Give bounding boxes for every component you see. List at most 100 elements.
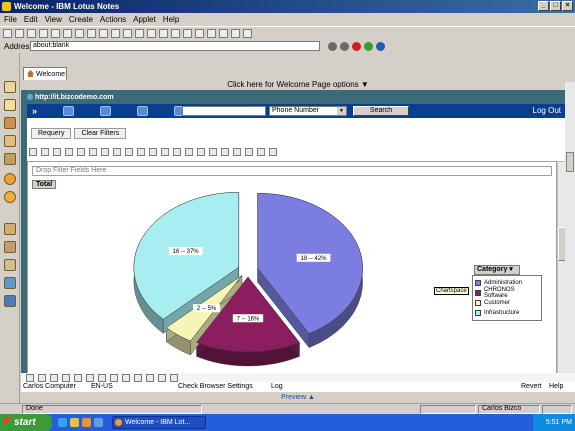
footer-refresh-icon[interactable] (26, 374, 34, 382)
desktop-quicklaunch-icon[interactable] (70, 418, 79, 427)
italic-icon[interactable] (99, 28, 108, 38)
print-icon[interactable] (27, 28, 36, 38)
mail-bookmark-icon[interactable] (4, 81, 16, 93)
field-list-icon[interactable] (233, 148, 241, 156)
footer-undo-icon[interactable] (50, 374, 58, 382)
legend-title[interactable]: Category ▾ (474, 265, 520, 275)
menu-create[interactable]: Create (69, 15, 93, 24)
collapse-icon[interactable] (197, 148, 205, 156)
arrow-left-icon[interactable] (147, 28, 156, 38)
stop-icon[interactable] (352, 41, 361, 51)
log-link[interactable]: Log (271, 382, 283, 392)
arrow-down-icon[interactable] (135, 28, 144, 38)
documents-nav-icon[interactable] (137, 106, 149, 116)
folder-bookmark-icon[interactable] (4, 223, 16, 235)
footer-copy-icon[interactable] (74, 374, 82, 382)
ie-quicklaunch-icon[interactable] (58, 418, 67, 427)
status-icons-cell[interactable] (420, 405, 476, 414)
network-bookmark-icon[interactable] (4, 277, 16, 289)
autofilter-icon[interactable] (137, 148, 145, 156)
requery-button[interactable]: Requery (31, 128, 72, 139)
todo-bookmark-icon[interactable] (4, 135, 16, 147)
footer-export-icon[interactable] (158, 374, 166, 382)
format-icon[interactable] (111, 28, 120, 38)
welcome-options-bar[interactable]: Click here for Welcome Page options ▼ (21, 80, 575, 90)
legend-item[interactable]: Customer (475, 298, 539, 308)
footer-calc-icon[interactable] (122, 374, 130, 382)
go-icon[interactable] (364, 41, 373, 51)
arrow-right-icon[interactable] (159, 28, 168, 38)
search-button[interactable]: Search (353, 106, 409, 116)
status-notes-user[interactable]: Carlos Bizco (482, 405, 521, 412)
footer-sort-icon[interactable] (98, 374, 106, 382)
favorites-bookmark-icon[interactable] (4, 173, 16, 185)
footer-help-icon[interactable] (170, 374, 178, 382)
menu-help[interactable]: Help (163, 15, 179, 24)
back-icon[interactable] (328, 41, 337, 51)
disc-nav-icon[interactable] (100, 106, 112, 116)
footer-alert-icon[interactable] (146, 374, 154, 382)
address-input[interactable]: about:blank (30, 41, 320, 51)
chart-view-icon[interactable] (41, 148, 49, 156)
expand-icon[interactable] (209, 148, 217, 156)
start-button[interactable]: start (0, 414, 52, 431)
cut-icon[interactable] (39, 28, 48, 38)
drop-filter-zone[interactable]: Drop Filter Fields Here (32, 166, 552, 176)
taskbar-notes-window[interactable]: Welcome - IBM Lot... (112, 416, 206, 429)
sort-descending-icon[interactable] (113, 148, 121, 156)
applications-bookmark-icon[interactable] (4, 241, 16, 253)
databases-bookmark-icon[interactable] (4, 191, 16, 203)
pivot-view-icon[interactable] (29, 148, 37, 156)
window-scroll-thumb[interactable] (566, 152, 574, 172)
properties-pivot-icon[interactable] (245, 148, 253, 156)
table-icon[interactable] (183, 28, 192, 38)
minimize-button[interactable]: _ (538, 1, 549, 11)
undo-icon[interactable] (75, 28, 84, 38)
paste-icon[interactable] (63, 28, 72, 38)
status-mail-cell[interactable] (542, 405, 572, 414)
alert-icon[interactable] (221, 148, 229, 156)
pie-chart[interactable]: 18 -- 42% 7 -- 16% 2 -- 5% 16 -- 37% (28, 190, 468, 380)
documents-bookmark-icon[interactable] (4, 259, 16, 271)
menu-file[interactable]: File (4, 15, 17, 24)
save-icon[interactable] (15, 28, 24, 38)
total-field[interactable]: Total (32, 180, 57, 189)
footer-table-icon[interactable] (86, 374, 94, 382)
footer-expand-icon[interactable] (134, 374, 142, 382)
sort-ascending-icon[interactable] (101, 148, 109, 156)
arrow-up-icon[interactable] (123, 28, 132, 38)
autocalc-icon[interactable] (149, 148, 157, 156)
bold-icon[interactable] (87, 28, 96, 38)
filter-icon[interactable] (125, 148, 133, 156)
footer-filter-icon[interactable] (110, 374, 118, 382)
copy-pivot-icon[interactable] (77, 148, 85, 156)
servers-bookmark-icon[interactable] (4, 295, 16, 307)
clear-filters-button[interactable]: Clear Filters (74, 128, 127, 139)
legend-item[interactable]: CHRONOS Software (475, 287, 539, 299)
preview-toggle[interactable]: Preview ▲ (21, 393, 575, 402)
menu-edit[interactable]: Edit (24, 15, 38, 24)
show-as-icon[interactable] (185, 148, 193, 156)
menu-view[interactable]: View (45, 15, 62, 24)
delete-icon[interactable] (65, 148, 73, 156)
notes-quicklaunch-icon[interactable] (82, 418, 91, 427)
tab-welcome[interactable]: Welcome (23, 67, 67, 80)
help-pivot-icon[interactable] (269, 148, 277, 156)
footer-chart-icon[interactable] (38, 374, 46, 382)
menu-applet[interactable]: Applet (133, 15, 156, 24)
copy-icon[interactable] (51, 28, 60, 38)
attach-icon[interactable] (195, 28, 204, 38)
export-icon[interactable] (257, 148, 265, 156)
search-field-select[interactable]: Phone Number ▼ (269, 106, 347, 116)
forward-icon[interactable] (340, 41, 349, 51)
menu-actions[interactable]: Actions (100, 15, 126, 24)
window-scrollbar[interactable] (565, 82, 575, 392)
search-input[interactable] (182, 106, 266, 116)
subtotal-icon[interactable] (161, 148, 169, 156)
footer-delete-icon[interactable] (62, 374, 70, 382)
calendar-bookmark-icon[interactable] (4, 99, 16, 111)
open-icon[interactable] (3, 28, 12, 38)
explorer-quicklaunch-icon[interactable] (94, 418, 103, 427)
contacts-bookmark-icon[interactable] (4, 117, 16, 129)
legend-item[interactable]: Infrastructure (475, 308, 539, 318)
